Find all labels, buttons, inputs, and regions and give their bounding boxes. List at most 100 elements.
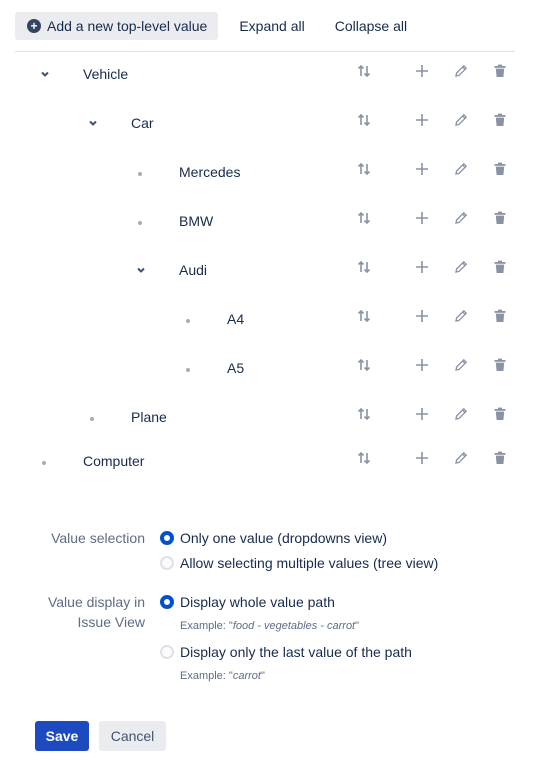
tree-node-label: Plane — [131, 409, 167, 425]
pencil-icon — [454, 113, 468, 127]
tree-row: Vehicle — [0, 64, 537, 84]
edit-button[interactable] — [453, 259, 469, 275]
reorder-button[interactable] — [356, 259, 372, 275]
tree-row: Mercedes — [0, 162, 537, 182]
save-button[interactable]: Save — [35, 721, 89, 751]
plus-icon — [415, 113, 429, 127]
reorder-button[interactable] — [356, 210, 372, 226]
radio-multiple-values[interactable]: Allow selecting multiple values (tree vi… — [160, 553, 438, 573]
edit-button[interactable] — [453, 112, 469, 128]
plus-icon — [415, 407, 429, 421]
trash-icon — [493, 309, 507, 323]
add-child-button[interactable] — [414, 259, 430, 275]
bullet-icon — [42, 461, 46, 465]
plus-icon — [415, 309, 429, 323]
delete-button[interactable] — [492, 161, 508, 177]
bullet-icon — [186, 319, 190, 323]
reorder-button[interactable] — [356, 450, 372, 466]
tree-row: Car — [0, 113, 537, 133]
sort-icon — [357, 407, 371, 421]
edit-button[interactable] — [453, 210, 469, 226]
plus-icon — [415, 260, 429, 274]
chevron-down-icon[interactable] — [87, 117, 99, 129]
plus-icon — [415, 64, 429, 78]
sort-icon — [357, 309, 371, 323]
pencil-icon — [454, 451, 468, 465]
divider — [15, 51, 515, 52]
radio-unselected-icon — [160, 556, 174, 570]
add-child-button[interactable] — [414, 112, 430, 128]
delete-button[interactable] — [492, 357, 508, 373]
chevron-down-icon[interactable] — [135, 264, 147, 276]
delete-button[interactable] — [492, 450, 508, 466]
trash-icon — [493, 211, 507, 225]
pencil-icon — [454, 260, 468, 274]
tree-node-label: Vehicle — [83, 66, 129, 82]
add-child-button[interactable] — [414, 210, 430, 226]
tree-node-label: Audi — [179, 262, 208, 278]
tree-node-label: Car — [131, 115, 154, 131]
edit-button[interactable] — [453, 406, 469, 422]
delete-button[interactable] — [492, 112, 508, 128]
radio-only-one-value[interactable]: Only one value (dropdowns view) — [160, 528, 387, 548]
radio-unselected-icon — [160, 645, 174, 659]
pencil-icon — [454, 309, 468, 323]
trash-icon — [493, 358, 507, 372]
add-top-level-value-button[interactable]: + Add a new top-level value — [15, 12, 219, 40]
sort-icon — [357, 358, 371, 372]
bullet-icon — [90, 417, 94, 421]
reorder-button[interactable] — [356, 112, 372, 128]
last-value-example: Example: "carrot" — [180, 670, 265, 682]
tree-node-label: A5 — [227, 360, 245, 376]
add-child-button[interactable] — [414, 450, 430, 466]
expand-all-button[interactable]: Expand all — [239, 18, 304, 34]
plus-icon — [415, 211, 429, 225]
trash-icon — [493, 260, 507, 274]
edit-button[interactable] — [453, 161, 469, 177]
plus-icon — [415, 358, 429, 372]
add-child-button[interactable] — [414, 406, 430, 422]
delete-button[interactable] — [492, 308, 508, 324]
reorder-button[interactable] — [356, 406, 372, 422]
tree-row: A5 — [0, 358, 537, 378]
reorder-button[interactable] — [356, 357, 372, 373]
collapse-all-button[interactable]: Collapse all — [335, 18, 407, 34]
delete-button[interactable] — [492, 406, 508, 422]
pencil-icon — [454, 358, 468, 372]
reorder-button[interactable] — [356, 63, 372, 79]
bullet-icon — [138, 172, 142, 176]
tree-node-label: A4 — [227, 311, 245, 327]
reorder-button[interactable] — [356, 161, 372, 177]
pencil-icon — [454, 211, 468, 225]
sort-icon — [357, 260, 371, 274]
add-child-button[interactable] — [414, 161, 430, 177]
add-child-button[interactable] — [414, 308, 430, 324]
bullet-icon — [138, 221, 142, 225]
reorder-button[interactable] — [356, 308, 372, 324]
trash-icon — [493, 451, 507, 465]
value-selection-label: Value selection — [51, 530, 145, 546]
sort-icon — [357, 113, 371, 127]
delete-button[interactable] — [492, 63, 508, 79]
radio-label: Display whole value path — [180, 594, 335, 610]
edit-button[interactable] — [453, 63, 469, 79]
cancel-button[interactable]: Cancel — [99, 721, 166, 751]
tree-row: Computer — [0, 451, 537, 471]
pencil-icon — [454, 407, 468, 421]
plus-icon — [415, 451, 429, 465]
edit-button[interactable] — [453, 357, 469, 373]
value-display-label-line2: Issue View — [77, 614, 145, 630]
chevron-down-icon[interactable] — [39, 68, 51, 80]
edit-button[interactable] — [453, 450, 469, 466]
toolbar: + Add a new top-level value Expand all C… — [15, 12, 407, 40]
radio-whole-path[interactable]: Display whole value path — [160, 592, 335, 612]
add-child-button[interactable] — [414, 63, 430, 79]
radio-last-value[interactable]: Display only the last value of the path — [160, 642, 412, 662]
delete-button[interactable] — [492, 210, 508, 226]
add-child-button[interactable] — [414, 357, 430, 373]
tree-node-label: BMW — [179, 213, 214, 229]
edit-button[interactable] — [453, 308, 469, 324]
delete-button[interactable] — [492, 259, 508, 275]
pencil-icon — [454, 64, 468, 78]
whole-path-example: Example: "food - vegetables - carrot" — [180, 620, 360, 632]
